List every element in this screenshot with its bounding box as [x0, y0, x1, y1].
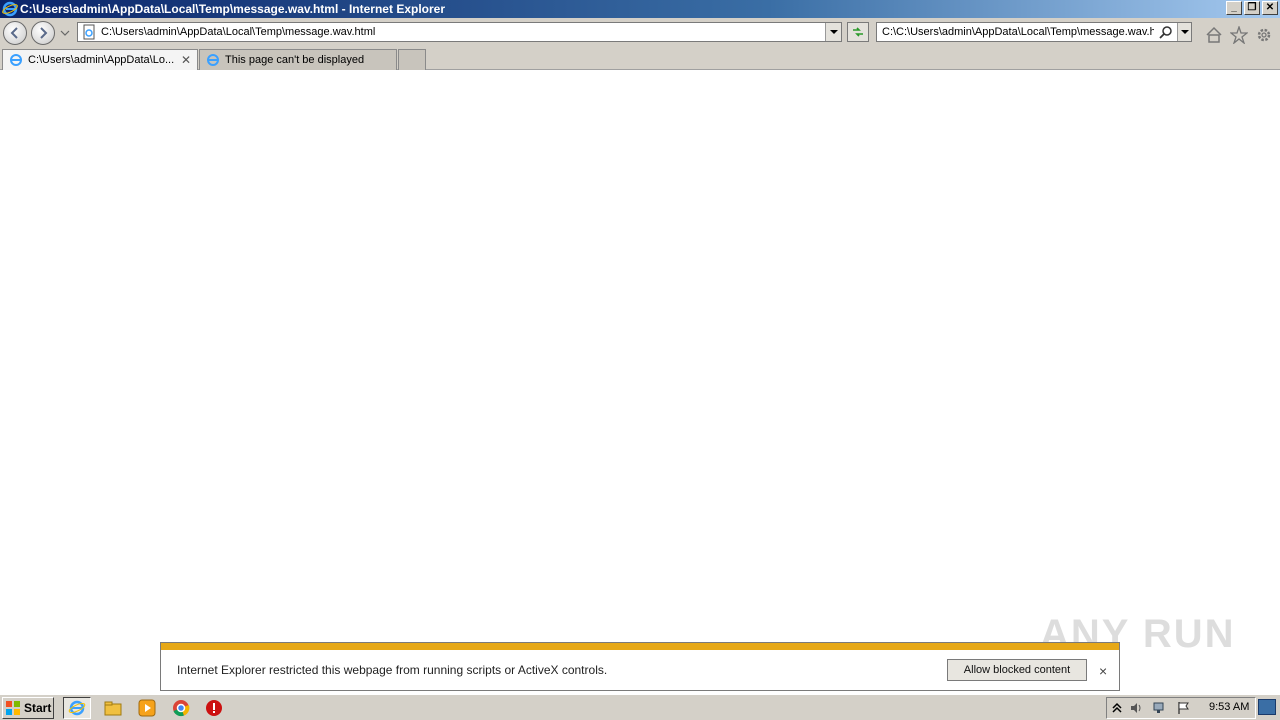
file-explorer-icon[interactable]	[104, 699, 122, 717]
page-icon	[83, 24, 95, 40]
navigation-bar: C:\Users\admin\AppData\Local\Temp\messag…	[0, 18, 1280, 48]
recent-pages-dropdown[interactable]	[60, 28, 70, 38]
chrome-icon[interactable]	[172, 699, 190, 717]
address-input[interactable]: C:\Users\admin\AppData\Local\Temp\messag…	[101, 26, 375, 38]
taskbar-ie-button[interactable]	[63, 697, 91, 719]
notification-stripe	[161, 643, 1119, 650]
taskbar: Start 9:53 AM	[0, 694, 1280, 720]
new-tab-button[interactable]	[398, 49, 426, 70]
forward-button[interactable]	[31, 21, 55, 45]
ie-page-icon	[207, 54, 219, 66]
title-bar: C:\Users\admin\AppData\Local\Temp\messag…	[0, 0, 1280, 18]
chevron-down-icon	[60, 30, 70, 36]
page-content	[0, 70, 1280, 694]
settings-icon[interactable]	[1255, 26, 1273, 44]
address-dropdown[interactable]	[825, 23, 841, 41]
home-icon[interactable]	[1205, 26, 1223, 44]
show-hidden-icons-icon[interactable]	[1110, 701, 1124, 715]
allow-blocked-content-button[interactable]: Allow blocked content	[947, 659, 1087, 681]
search-icon[interactable]	[1159, 25, 1173, 39]
search-dropdown[interactable]	[1177, 23, 1191, 41]
volume-icon[interactable]	[1129, 701, 1143, 715]
back-button[interactable]	[3, 21, 27, 45]
refresh-button[interactable]	[847, 22, 869, 42]
favorites-icon[interactable]	[1230, 26, 1248, 44]
restore-button[interactable]: ❐	[1244, 1, 1260, 15]
action-center-flag-icon[interactable]	[1177, 701, 1191, 715]
window-controls: _ ❐ ✕	[1226, 1, 1278, 15]
ie-icon	[2, 1, 18, 17]
start-label: Start	[24, 701, 52, 715]
minimize-button[interactable]: _	[1226, 1, 1242, 15]
search-input[interactable]: C:\C:\Users\admin\AppData\Local\Temp\mes…	[882, 26, 1154, 38]
close-tab-icon[interactable]: ✕	[181, 53, 191, 67]
chevron-down-icon	[829, 30, 838, 34]
search-box[interactable]: C:\C:\Users\admin\AppData\Local\Temp\mes…	[876, 22, 1192, 42]
stop-icon[interactable]	[205, 699, 223, 717]
notification-message: Internet Explorer restricted this webpag…	[177, 663, 608, 677]
forward-icon	[40, 27, 48, 39]
tab-inactive[interactable]: This page can't be displayed	[199, 49, 397, 70]
window-title: C:\Users\admin\AppData\Local\Temp\messag…	[20, 2, 445, 16]
ie-page-icon	[10, 54, 22, 66]
tab-label: This page can't be displayed	[225, 54, 365, 66]
refresh-icon	[853, 27, 863, 37]
close-notification-icon[interactable]: ×	[1099, 663, 1107, 679]
start-button[interactable]: Start	[2, 697, 54, 719]
internet-explorer-icon	[68, 700, 86, 716]
tab-bar: C:\Users\admin\AppData\Lo... ✕ This page…	[0, 48, 1280, 70]
windows-logo-icon	[6, 701, 20, 715]
back-icon	[10, 27, 18, 39]
media-player-icon[interactable]	[138, 699, 156, 717]
address-bar[interactable]: C:\Users\admin\AppData\Local\Temp\messag…	[77, 22, 842, 42]
tab-active[interactable]: C:\Users\admin\AppData\Lo... ✕	[2, 49, 198, 70]
tab-label: C:\Users\admin\AppData\Lo...	[28, 54, 175, 66]
network-icon[interactable]	[1153, 701, 1167, 715]
close-button[interactable]: ✕	[1262, 1, 1278, 15]
show-desktop-button[interactable]	[1258, 699, 1276, 715]
chevron-down-icon	[1180, 30, 1189, 34]
notification-bar: Internet Explorer restricted this webpag…	[160, 642, 1120, 691]
clock[interactable]: 9:53 AM	[1209, 701, 1249, 713]
